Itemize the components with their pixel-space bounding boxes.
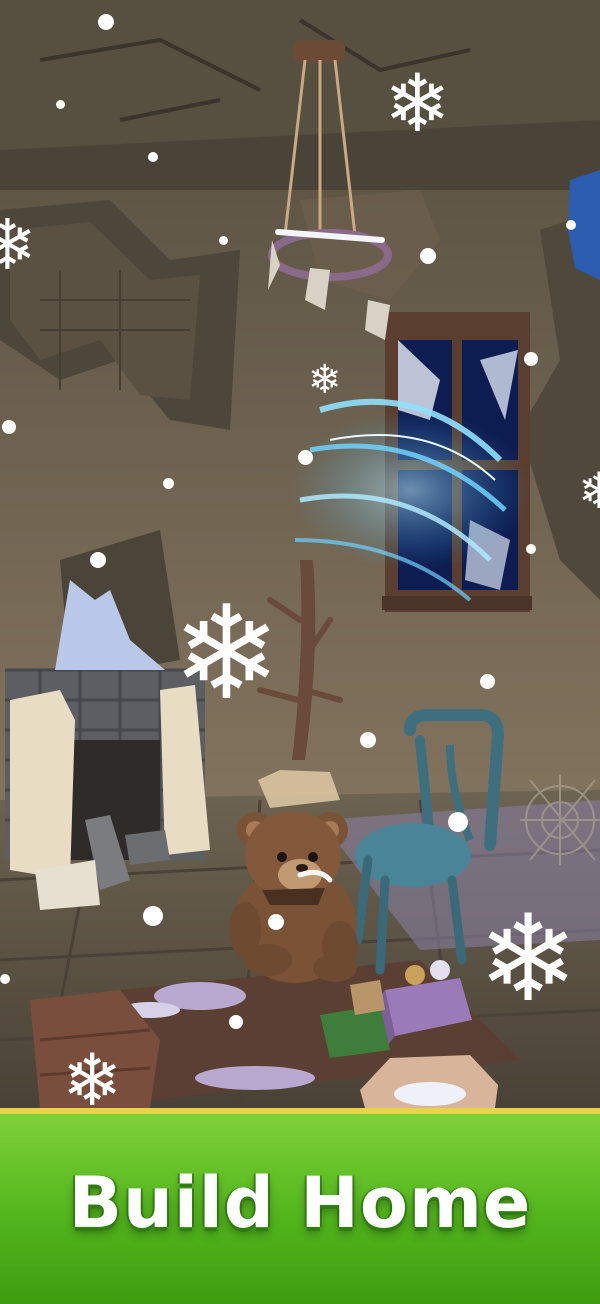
snow-dot [163,478,174,489]
snow-dot [526,544,536,554]
snow-dot [298,450,313,465]
snow-dot [56,100,65,109]
snowflake-icon: ❄ [0,204,37,286]
snow-dot [268,914,284,930]
snow-dot [524,352,538,366]
snow-dot [98,14,114,30]
snowflake-icon: ❄ [62,1038,123,1122]
snowflake-icon: ❄ [578,462,600,520]
snowflake-icon: ❄ [308,357,342,403]
snow-dot [2,420,16,434]
snow-dot [90,552,106,568]
snow-dot [566,220,576,230]
snow-dot [229,1015,243,1029]
snow-dot [360,732,376,748]
snowflake-icon: ❄ [478,890,579,1029]
snowflake-icon: ❄ [384,57,452,150]
snow-dot [143,906,163,926]
snow-dot [219,236,228,245]
snow-dot [448,812,468,832]
snow-dot [480,674,495,689]
snow-dot [148,152,158,162]
banner-title: Build Home [68,1162,532,1244]
snow-dot [420,248,436,264]
snow-dot [0,974,10,984]
snowflake-icon: ❄ [172,577,281,729]
